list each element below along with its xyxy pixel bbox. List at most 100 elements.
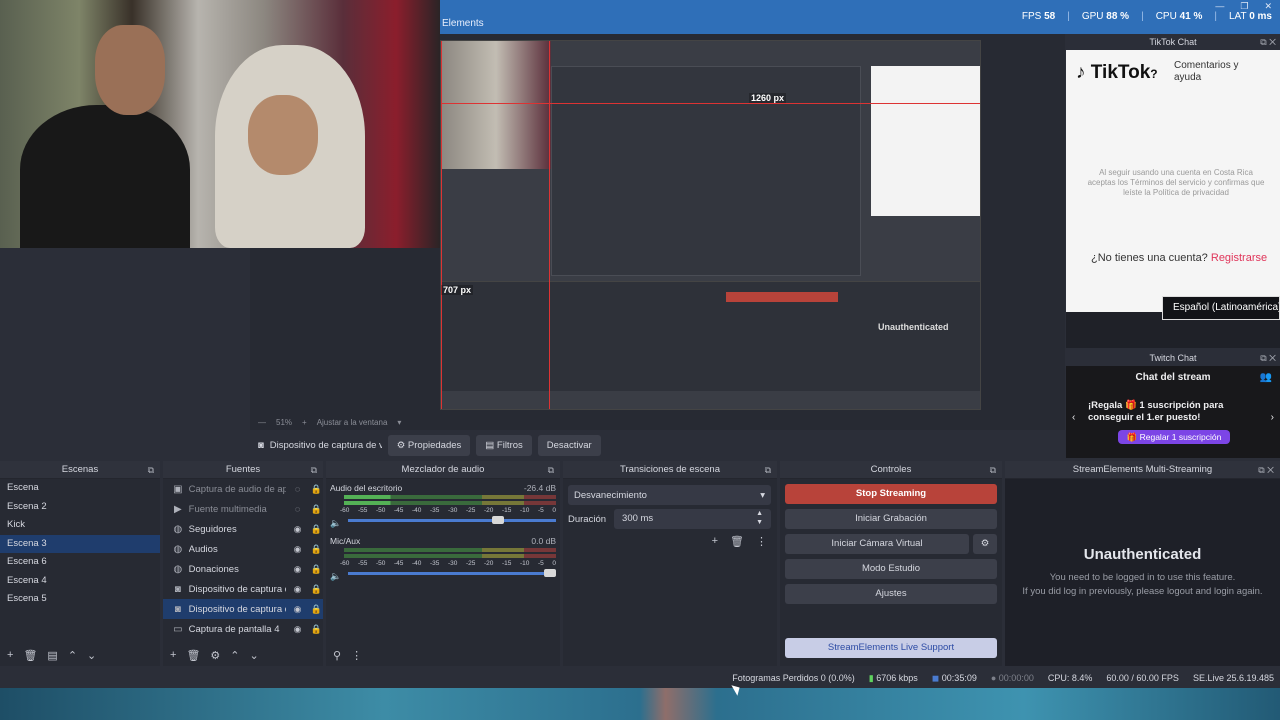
lock-icon[interactable]: 🔒 xyxy=(309,544,323,555)
chevron-right-icon[interactable]: › xyxy=(1271,412,1274,423)
trash-icon[interactable]: 🗑 xyxy=(730,535,744,548)
lock-icon[interactable]: 🔒 xyxy=(309,584,323,595)
source-item[interactable]: ▣Captura de audio de aplic◌🔒 xyxy=(163,479,323,499)
filters-button[interactable]: ▤ Filtros xyxy=(476,434,532,456)
source-item[interactable]: ◙ Dispositivo de captura de ◉ 🔒 xyxy=(163,579,323,599)
lock-icon[interactable]: 🔒 xyxy=(309,504,323,515)
fps-status: 60.00 / 60.00 FPS xyxy=(1106,673,1179,683)
status-bar: Fotogramas Perdidos 0 (0.0%) ▮ 6706 kbps… xyxy=(0,668,1280,688)
source-item[interactable]: ◍ Audios ◉ 🔒 xyxy=(163,539,323,559)
gear-icon[interactable]: ⚙ xyxy=(210,649,220,662)
source-item[interactable]: ▭ Captura de pantalla 4 ◉ 🔒 xyxy=(163,619,323,639)
stream-time: ◼ 00:35:09 xyxy=(931,672,977,683)
users-icon[interactable]: 👥 xyxy=(1260,372,1272,383)
eye-icon[interactable]: ◉ xyxy=(291,544,305,555)
person-2-face xyxy=(248,95,318,175)
register-link[interactable]: Registrarse xyxy=(1211,252,1267,264)
link-icon[interactable]: ⚲ xyxy=(333,649,341,662)
source-item[interactable]: ◍ Donaciones ◉ 🔒 xyxy=(163,559,323,579)
more-icon[interactable]: ⋮ xyxy=(351,649,362,662)
controls-dock: Controles ⧉ Stop Streaming Iniciar Grabac… xyxy=(780,461,1002,666)
dock-window-icons[interactable]: ⧉ ✕ xyxy=(1260,350,1276,366)
stepper-icon[interactable]: ▲ ▼ xyxy=(756,509,763,529)
dropped-frames: Fotogramas Perdidos 0 (0.0%) xyxy=(732,673,855,683)
chevron-left-icon[interactable]: ‹ xyxy=(1072,412,1075,423)
gift-promo-text: ¡Regala 🎁 1 suscripción para conseguir e… xyxy=(1088,400,1224,423)
trash-icon[interactable]: 🗑 xyxy=(186,649,200,662)
source-item-selected[interactable]: ◙ Dispositivo de captura de ◉ 🔒 xyxy=(163,599,323,619)
lock-icon[interactable]: 🔒 xyxy=(309,524,323,535)
stop-streaming-button[interactable]: Stop Streaming xyxy=(785,484,997,504)
dock-float-icon[interactable]: ⧉ xyxy=(765,461,771,479)
speaker-icon[interactable]: 🔈 xyxy=(330,571,341,582)
virtual-camera-button[interactable]: Iniciar Cámara Virtual xyxy=(785,534,969,554)
lock-icon[interactable]: 🔒 xyxy=(309,484,323,495)
trash-icon[interactable]: 🗑 xyxy=(23,649,37,662)
speaker-icon[interactable]: 🔈 xyxy=(330,518,341,529)
tiktok-help-link[interactable]: Comentarios y ayuda xyxy=(1174,60,1264,84)
lock-icon[interactable]: 🔒 xyxy=(309,624,323,635)
eye-icon[interactable]: ◉ xyxy=(291,604,305,615)
down-icon[interactable]: ⌄ xyxy=(250,649,259,662)
eye-hidden-icon[interactable]: ◌ xyxy=(291,504,305,514)
volume-knob[interactable] xyxy=(492,516,504,524)
eye-hidden-icon[interactable]: ◌ xyxy=(291,484,305,494)
scene-item[interactable]: Escena 4 xyxy=(0,572,160,591)
dock-window-icons[interactable]: ⧉ ✕ xyxy=(1260,34,1276,50)
up-icon[interactable]: ⌃ xyxy=(230,649,239,662)
se-live-support-button[interactable]: StreamElements Live Support xyxy=(785,638,997,658)
deactivate-button[interactable]: Desactivar xyxy=(537,434,601,456)
down-icon[interactable]: ⌄ xyxy=(87,649,96,662)
properties-button[interactable]: ⚙ Propiedades xyxy=(387,434,471,456)
zoom-plus-icon[interactable]: + xyxy=(302,418,307,427)
transition-select[interactable]: Desvanecimiento ▾ xyxy=(568,485,771,505)
add-icon[interactable]: + xyxy=(7,649,13,661)
lock-icon[interactable]: 🔒 xyxy=(309,564,323,575)
dock-float-icon[interactable]: ⧉ xyxy=(548,461,554,479)
scene-item[interactable]: Escena 5 xyxy=(0,590,160,609)
eye-icon[interactable]: ◉ xyxy=(291,524,305,535)
gear-icon[interactable]: ⚙ xyxy=(973,534,997,554)
scene-item[interactable]: Kick xyxy=(0,516,160,535)
eye-icon[interactable]: ◉ xyxy=(291,564,305,575)
studio-mode-button[interactable]: Modo Estudio xyxy=(785,559,997,579)
lock-icon[interactable]: 🔒 xyxy=(309,604,323,615)
cpu-usage: CPU: 8.4% xyxy=(1047,673,1093,683)
add-icon[interactable]: + xyxy=(712,535,718,548)
scene-item[interactable]: Escena 2 xyxy=(0,498,160,517)
screen-capture-preview[interactable]: Unauthenticated 1260 px 707 px xyxy=(440,40,981,410)
height-guide-label: 707 px xyxy=(441,285,474,295)
gift-sub-button[interactable]: 🎁 Regalar 1 suscripción xyxy=(1118,430,1230,444)
more-icon[interactable]: ⋮ xyxy=(756,535,767,548)
language-select[interactable]: Español (Latinoamérica) xyxy=(1162,296,1280,320)
channel-db: 0.0 dB xyxy=(531,536,556,546)
volume-knob[interactable] xyxy=(544,569,556,577)
nested-unauth-text: Unauthenticated xyxy=(878,322,949,332)
source-item[interactable]: ▶ Fuente multimedia ◌ 🔒 xyxy=(163,499,323,519)
scene-item[interactable]: Escena xyxy=(0,479,160,498)
audio-capture-icon: ▣ xyxy=(173,483,183,495)
eye-icon[interactable]: ◉ xyxy=(291,624,305,635)
scene-item-selected[interactable]: Escena 3 xyxy=(0,534,160,553)
settings-button[interactable]: Ajustes xyxy=(785,584,997,604)
volume-slider[interactable] xyxy=(348,516,556,524)
zoom-minus-icon[interactable]: — xyxy=(258,418,266,427)
start-recording-button[interactable]: Iniciar Grabación xyxy=(785,509,997,529)
source-item[interactable]: ◍ Seguidores ◉ 🔒 xyxy=(163,519,323,539)
filter-icon[interactable]: ▤ xyxy=(47,649,57,662)
duration-input[interactable]: 300 ms ▲ ▼ xyxy=(614,509,771,529)
add-icon[interactable]: + xyxy=(170,649,176,661)
fit-window-button[interactable]: Ajustar a la ventana xyxy=(317,418,388,427)
filter-icon: ▤ xyxy=(485,439,495,451)
chevron-down-icon[interactable]: ▾ xyxy=(397,418,401,427)
up-icon[interactable]: ⌃ xyxy=(68,649,77,662)
volume-slider[interactable] xyxy=(348,569,556,577)
unauth-heading: Unauthenticated xyxy=(1083,546,1202,563)
dock-window-icons[interactable]: ⧉ ✕ xyxy=(1258,461,1274,479)
dock-float-icon[interactable]: ⧉ xyxy=(990,461,996,479)
dock-float-icon[interactable]: ⧉ xyxy=(148,461,154,479)
eye-icon[interactable]: ◉ xyxy=(291,584,305,595)
scene-item[interactable]: Escena 6 xyxy=(0,553,160,572)
source-toolbar: ◙ Dispositivo de captura de v ⚙ Propieda… xyxy=(250,432,1065,458)
dock-float-icon[interactable]: ⧉ xyxy=(311,461,317,479)
